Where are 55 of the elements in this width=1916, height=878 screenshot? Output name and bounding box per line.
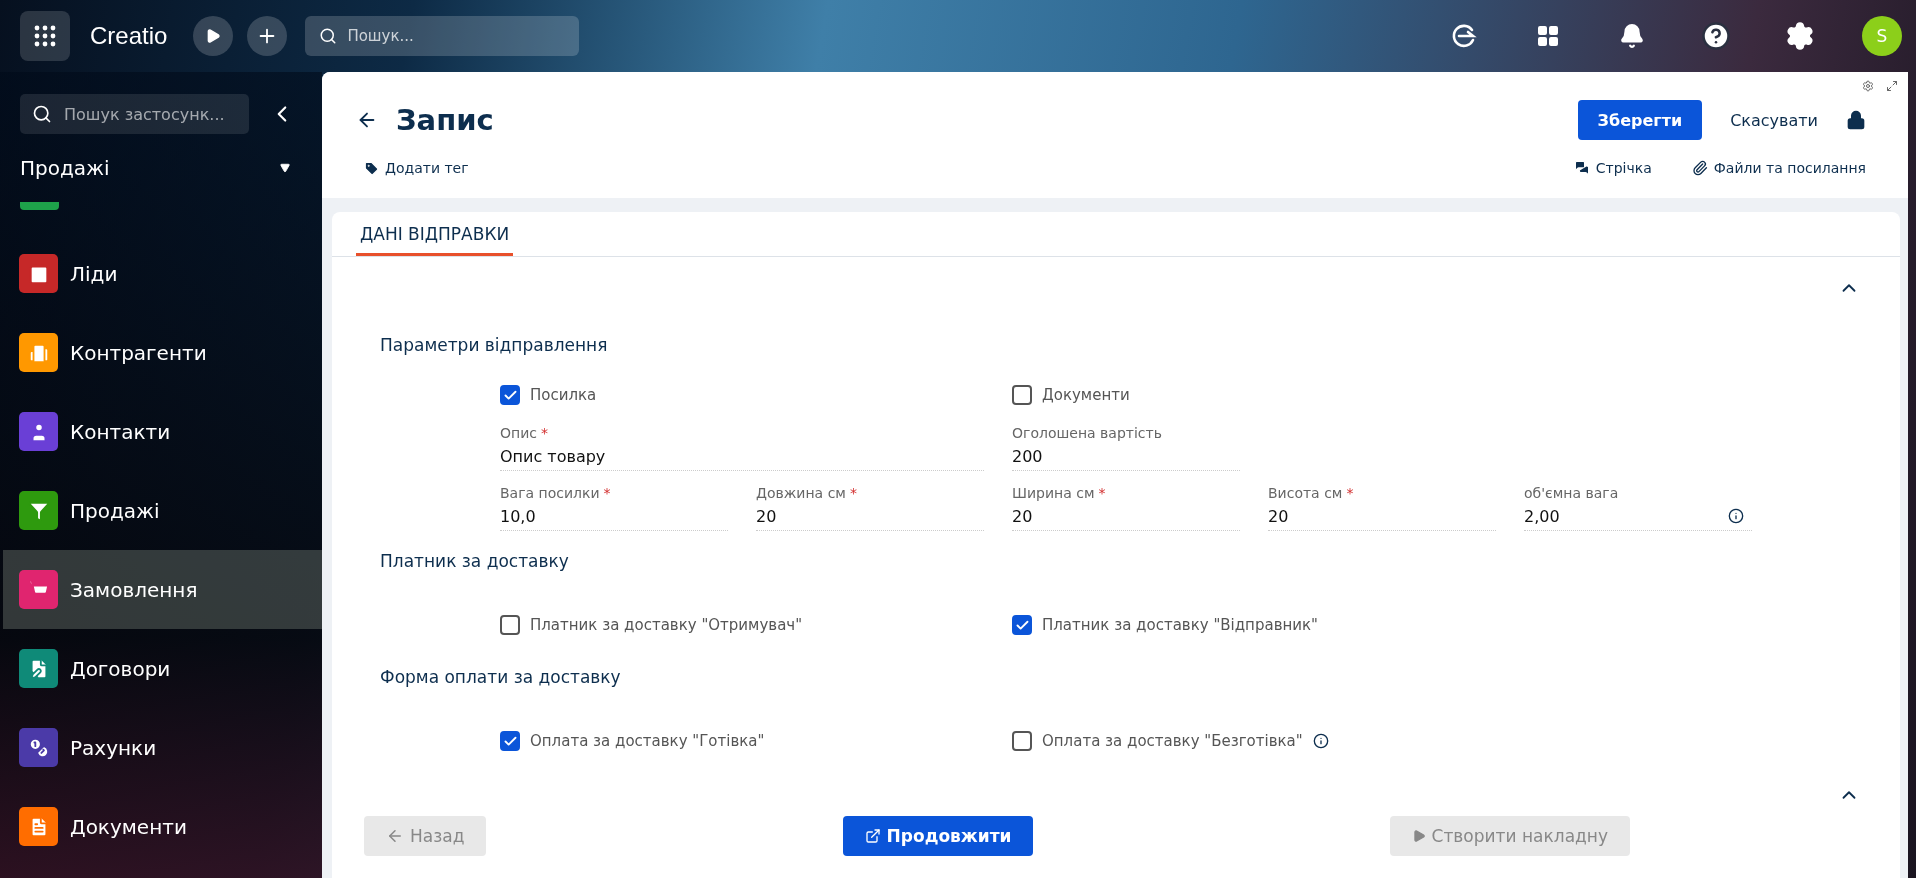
external-link-icon xyxy=(864,828,881,844)
app-menu-button[interactable] xyxy=(20,11,70,61)
tag-icon xyxy=(364,160,379,176)
checkbox-label: Оплата за доставку "Готівка" xyxy=(530,732,765,750)
search-icon xyxy=(32,104,52,124)
record-title: Запис xyxy=(396,103,494,137)
checkbox[interactable] xyxy=(500,615,520,635)
input-field[interactable]: Опис * Опис товару xyxy=(500,425,984,471)
input-field[interactable]: Довжина см * 20 xyxy=(756,485,984,531)
checkbox-label: Документи xyxy=(1042,386,1130,404)
nav-item[interactable]: Продажі xyxy=(3,471,322,550)
checkbox-label: Оплата за доставку "Безготівка" xyxy=(1042,732,1303,750)
play-icon xyxy=(1411,829,1426,843)
run-button[interactable] xyxy=(193,16,234,56)
search-icon xyxy=(319,27,338,45)
play-icon xyxy=(205,28,222,44)
checkbox[interactable] xyxy=(1012,385,1032,405)
chat-icon xyxy=(1573,160,1590,176)
nav-item[interactable]: Договори xyxy=(3,629,322,708)
nav-item[interactable]: Контакти xyxy=(3,392,322,471)
nav-item[interactable]: Рахунки xyxy=(3,708,322,787)
add-button[interactable] xyxy=(247,16,288,56)
lock-icon[interactable] xyxy=(1846,110,1866,130)
input-field[interactable]: об'ємна вага 2,00 xyxy=(1524,485,1752,531)
checkbox-label: Платник за доставку "Отримувач" xyxy=(530,616,803,634)
checkbox-label: Платник за доставку "Відправник" xyxy=(1042,616,1318,634)
logo: Creatio xyxy=(90,22,168,50)
nav-item[interactable]: Замовлення xyxy=(3,550,322,629)
nav-item[interactable]: Контрагенти xyxy=(3,313,322,392)
workplace-selector[interactable]: Продажі xyxy=(20,156,290,180)
input-field[interactable]: Оголошена вартість 200 xyxy=(1012,425,1240,471)
app-grid-icon xyxy=(34,25,56,47)
paperclip-icon xyxy=(1691,160,1708,176)
save-button[interactable]: Зберегти xyxy=(1577,100,1703,140)
input-field[interactable]: Висота см * 20 xyxy=(1268,485,1496,531)
cancel-button[interactable]: Скасувати xyxy=(1720,110,1828,130)
nav-item[interactable]: Ліди xyxy=(3,234,322,313)
checkbox[interactable] xyxy=(1012,615,1032,635)
checkbox[interactable] xyxy=(1012,731,1032,751)
header-link[interactable]: Стрічка xyxy=(1573,160,1652,176)
checkbox[interactable] xyxy=(500,385,520,405)
section-title: Платник за доставку xyxy=(380,551,570,571)
input-field[interactable]: Ширина см * 20 xyxy=(1012,485,1240,531)
nav-item[interactable]: Документи xyxy=(3,787,322,866)
checkbox[interactable] xyxy=(500,731,520,751)
section-title: Форма оплати за доставку xyxy=(380,667,622,687)
tab[interactable]: ДАНІ ВІДПРАВКИ xyxy=(356,212,514,256)
checkbox-label: Посилка xyxy=(530,386,597,404)
caret-icon xyxy=(280,163,290,173)
footer-button[interactable]: Продовжити xyxy=(842,816,1034,856)
expand-icon[interactable] xyxy=(1886,80,1898,92)
add-tag-button[interactable]: Додати тег xyxy=(364,160,469,176)
section-title: Параметри відправлення xyxy=(380,335,609,355)
header-link[interactable]: Файли та посилання xyxy=(1691,160,1866,176)
input-field[interactable]: Вага посилки * 10,0 xyxy=(500,485,728,531)
